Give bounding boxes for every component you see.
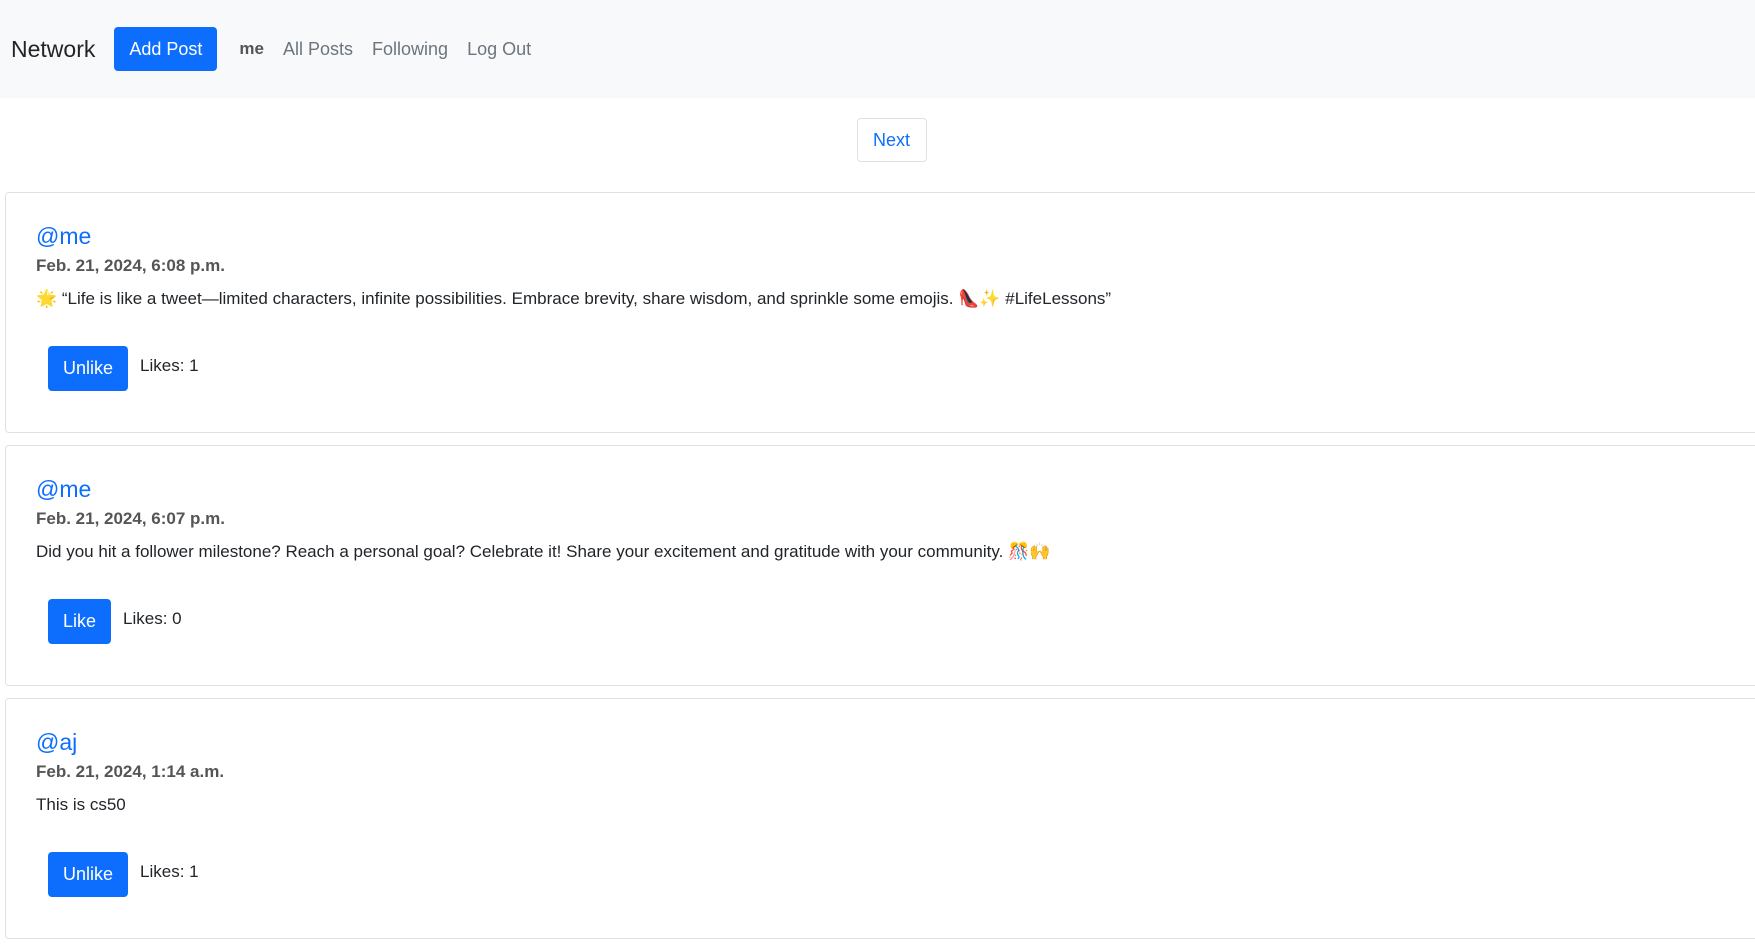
post-card: @me Feb. 21, 2024, 6:07 p.m. Did you hit…: [5, 445, 1755, 686]
post-username[interactable]: @me: [36, 223, 1755, 250]
likes-count: Likes: 1: [140, 861, 199, 881]
nav-log-out[interactable]: Log Out: [467, 39, 531, 60]
like-row: Unlike Likes: 1: [48, 852, 199, 897]
unlike-button[interactable]: Unlike: [48, 346, 129, 391]
post-card: @aj Feb. 21, 2024, 1:14 a.m. This is cs5…: [5, 698, 1755, 939]
nav-all-posts[interactable]: All Posts: [283, 39, 353, 60]
post-username[interactable]: @me: [36, 476, 1755, 503]
post-timestamp: Feb. 21, 2024, 1:14 a.m.: [36, 762, 225, 781]
unlike-button[interactable]: Unlike: [48, 852, 129, 897]
post-content: 🌟 “Life is like a tweet—limited characte…: [36, 289, 1112, 308]
post-content: Did you hit a follower milestone? Reach …: [36, 542, 1051, 561]
add-post-button[interactable]: Add Post: [114, 27, 218, 71]
like-row: Like Likes: 0: [48, 599, 182, 644]
brand-logo[interactable]: Network: [11, 36, 95, 63]
post-content: This is cs50: [36, 795, 126, 814]
navbar: Network Add Post me All Posts Following …: [0, 0, 1755, 98]
likes-count: Likes: 1: [140, 355, 199, 375]
likes-count: Likes: 0: [123, 608, 182, 628]
like-button[interactable]: Like: [48, 599, 112, 644]
nav-user-profile[interactable]: me: [239, 39, 264, 59]
post-timestamp: Feb. 21, 2024, 6:08 p.m.: [36, 256, 225, 275]
post-username[interactable]: @aj: [36, 729, 1755, 756]
next-page-button[interactable]: Next: [856, 118, 927, 162]
nav-following[interactable]: Following: [372, 39, 448, 60]
post-timestamp: Feb. 21, 2024, 6:07 p.m.: [36, 509, 225, 528]
post-card: @me Feb. 21, 2024, 6:08 p.m. 🌟 “Life is …: [5, 192, 1755, 433]
like-row: Unlike Likes: 1: [48, 346, 199, 391]
pagination: Next: [0, 118, 1755, 162]
